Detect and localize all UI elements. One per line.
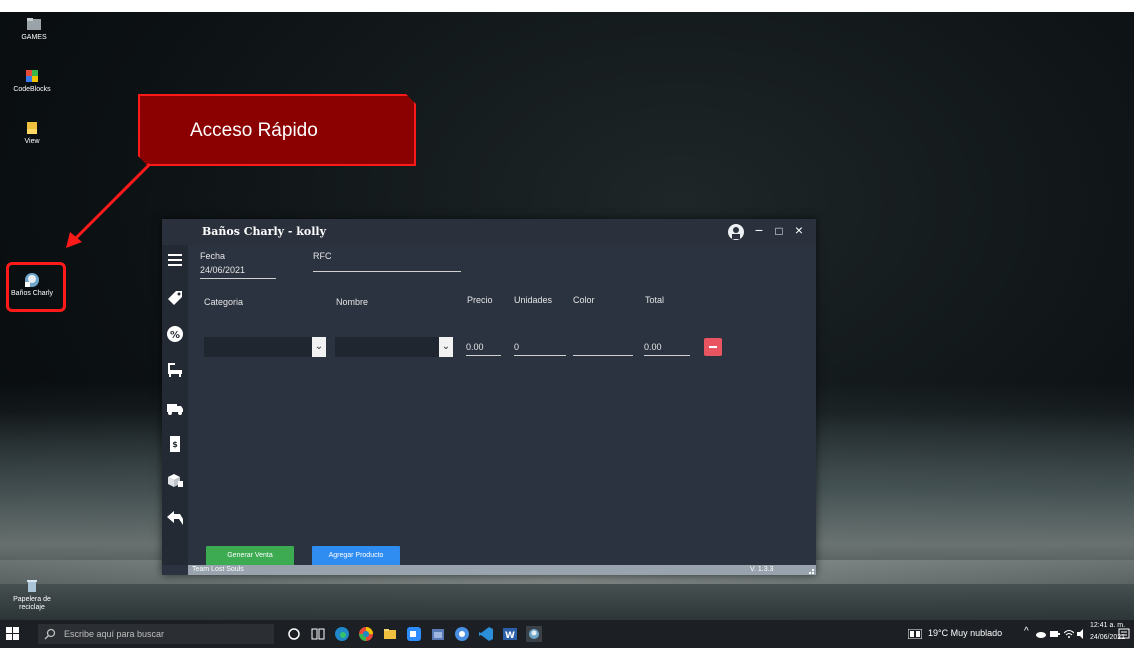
discounts-button[interactable]: % [166,325,184,343]
word-icon[interactable]: W [502,626,518,642]
column-header-categoria: Categoria [204,297,244,307]
network-icon[interactable] [1064,629,1074,639]
tray-overflow-icon[interactable]: ^ [1024,626,1029,637]
inventory-button[interactable]: $ [166,435,184,453]
menu-button[interactable] [166,251,184,269]
file-explorer-icon[interactable] [382,626,398,642]
clipboard-icon: $ [170,436,180,452]
rfc-field[interactable] [313,271,461,272]
nombre-combobox[interactable]: ⌄ [335,337,453,357]
sale-tag-icon [168,291,182,305]
cortana-icon[interactable] [286,626,302,642]
desktop-icon-view[interactable]: View [4,120,60,146]
notification-icon[interactable] [1118,628,1130,640]
volume-icon[interactable] [1077,629,1087,639]
sale-form: Fecha 24/06/2021 RFC Categoria Nombre Pr… [188,245,816,566]
color-field[interactable] [573,342,633,356]
desktop-icon-recycle-bin[interactable]: Papelera de reciclaje [4,578,60,612]
desktop-icon-label: CodeBlocks [13,86,51,93]
unidades-field[interactable]: 0 [514,342,566,356]
window-title: Baños Charly - kolly [202,225,326,238]
team-name: Team Lost Souls [192,566,244,573]
title-bar[interactable]: Baños Charly - kolly − □ × [162,219,816,245]
chat-app-icon[interactable] [454,626,470,642]
windows-start-icon[interactable] [6,627,20,641]
weather-icon [908,629,922,639]
hamburger-icon [168,254,182,266]
column-header-nombre: Nombre [336,297,369,307]
remove-row-button[interactable] [704,338,722,356]
delivery-button[interactable] [166,399,184,417]
onedrive-icon[interactable] [1036,629,1046,639]
weather-text[interactable]: 19°C Muy nublado [928,628,1002,638]
user-avatar-icon[interactable] [728,224,744,240]
task-view-icon[interactable] [310,626,326,642]
column-header-total: Total [645,295,665,305]
column-header-color: Color [573,295,595,305]
desktop: GAMES CodeBlocks View Baños Charly Papel… [0,12,1134,648]
resize-grip-icon[interactable] [806,566,814,574]
back-button[interactable] [166,509,184,527]
desktop-icon-label: Papelera de reciclaje [13,596,51,611]
zoom-icon[interactable] [406,626,422,642]
bathroom-button[interactable] [166,361,184,379]
boxes-icon [168,474,183,487]
chevron-down-icon[interactable]: ⌄ [439,337,453,357]
precio-field[interactable]: 0.00 [466,342,501,356]
sales-button[interactable] [166,289,184,307]
maximize-button[interactable]: □ [770,224,788,238]
banos-charly-taskbar-icon[interactable] [526,626,542,642]
undo-arrow-icon [167,511,183,525]
version-label: V. 1.3.3 [750,566,774,573]
fecha-label: Fecha [200,251,226,261]
total-field: 0.00 [644,342,690,356]
callout-box: Acceso Rápido [138,94,416,166]
battery-icon[interactable] [1050,629,1060,639]
codeblocks-icon [26,70,38,82]
svg-text:$: $ [172,440,178,449]
truck-icon [167,404,183,415]
chevron-down-icon[interactable]: ⌄ [312,337,326,357]
vscode-icon[interactable] [478,626,494,642]
chrome-browser-icon[interactable] [358,626,374,642]
status-bar: Team Lost Souls V. 1.3.3 [188,565,816,575]
svg-text:W: W [505,631,515,641]
shortcut-highlight-box [6,262,66,312]
callout-text: Acceso Rápido [190,120,318,141]
recycle-bin-icon [27,580,37,592]
desktop-icon-label: View [24,138,40,145]
desktop-icon-games[interactable]: GAMES [6,16,62,42]
taskbar: Escribe aquí para buscar W 19°C Muy nubl… [0,620,1134,648]
generar-venta-button[interactable]: Generar Venta [206,546,294,566]
agregar-producto-button[interactable]: Agregar Producto [312,546,400,566]
search-icon [44,628,56,640]
edge-browser-icon[interactable] [334,626,350,642]
discount-badge-icon: % [167,326,183,342]
bathtub-icon [168,363,182,377]
fecha-field[interactable]: 24/06/2021 [200,265,276,279]
minimize-button[interactable]: − [750,222,768,238]
products-button[interactable] [166,471,184,489]
desktop-icon-codeblocks[interactable]: CodeBlocks [4,68,60,94]
taskbar-search-input[interactable]: Escribe aquí para buscar [38,624,274,644]
column-header-precio: Precio [467,295,493,305]
folder-icon [27,122,37,134]
svg-text:%: % [170,330,180,341]
sidebar: % $ [162,245,188,565]
close-button[interactable]: × [790,222,808,238]
app-window: Baños Charly - kolly − □ × % $ Fecha 24/… [162,219,816,575]
folder-icon [27,18,41,30]
store-icon[interactable] [430,626,446,642]
categoria-combobox[interactable]: ⌄ [204,337,326,357]
column-header-unidades: Unidades [514,295,553,305]
rfc-label: RFC [313,251,332,261]
desktop-icon-label: GAMES [21,34,47,41]
